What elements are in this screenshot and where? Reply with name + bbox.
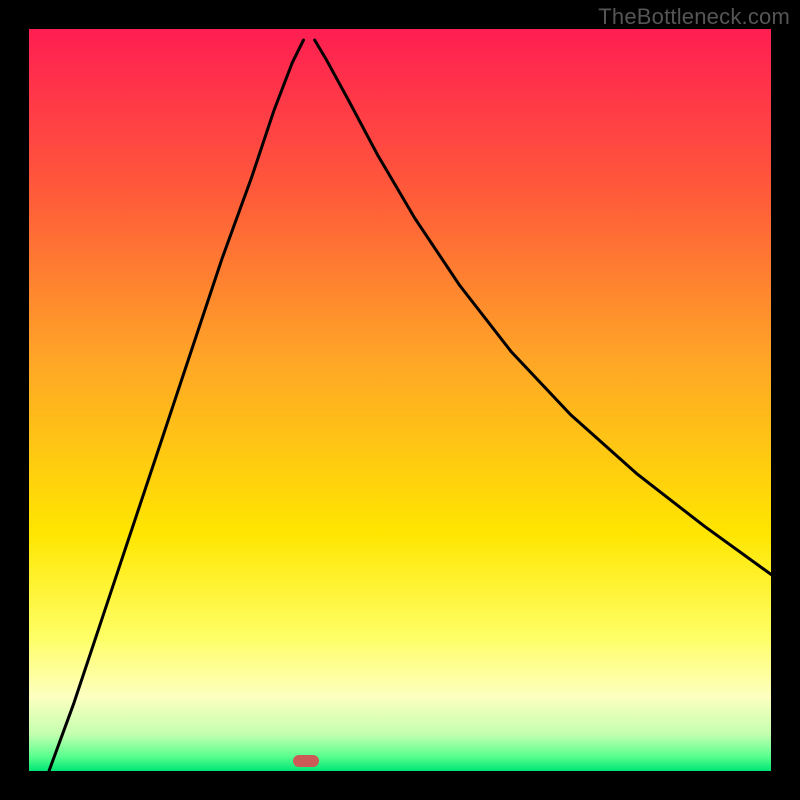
- plot-area: [29, 29, 771, 771]
- curve-right-branch: [315, 40, 771, 574]
- curve-left-branch: [49, 40, 304, 771]
- bottleneck-curve: [29, 29, 771, 771]
- watermark-text: TheBottleneck.com: [598, 4, 790, 30]
- optimal-marker: [293, 755, 319, 767]
- chart-frame: TheBottleneck.com: [0, 0, 800, 800]
